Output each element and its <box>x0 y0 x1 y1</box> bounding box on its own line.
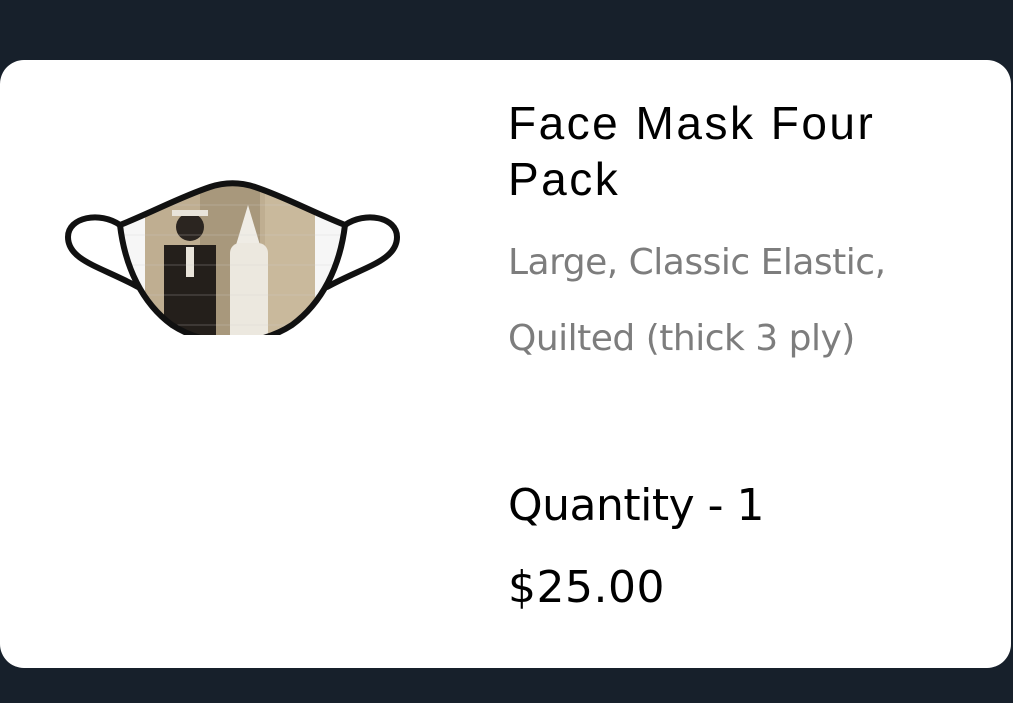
face-mask-product-image <box>64 180 401 335</box>
product-variant: Large, Classic Elastic, Quilted (thick 3… <box>508 242 886 359</box>
quantity-label: Quantity - 1 <box>508 480 764 531</box>
cart-item-card: Face Mask Four Pack Large, Classic Elast… <box>0 60 1011 668</box>
product-title: Face Mask Four Pack <box>508 97 876 205</box>
price-label: $25.00 <box>508 562 665 613</box>
product-details: Face Mask Four Pack Large, Classic Elast… <box>508 95 988 377</box>
